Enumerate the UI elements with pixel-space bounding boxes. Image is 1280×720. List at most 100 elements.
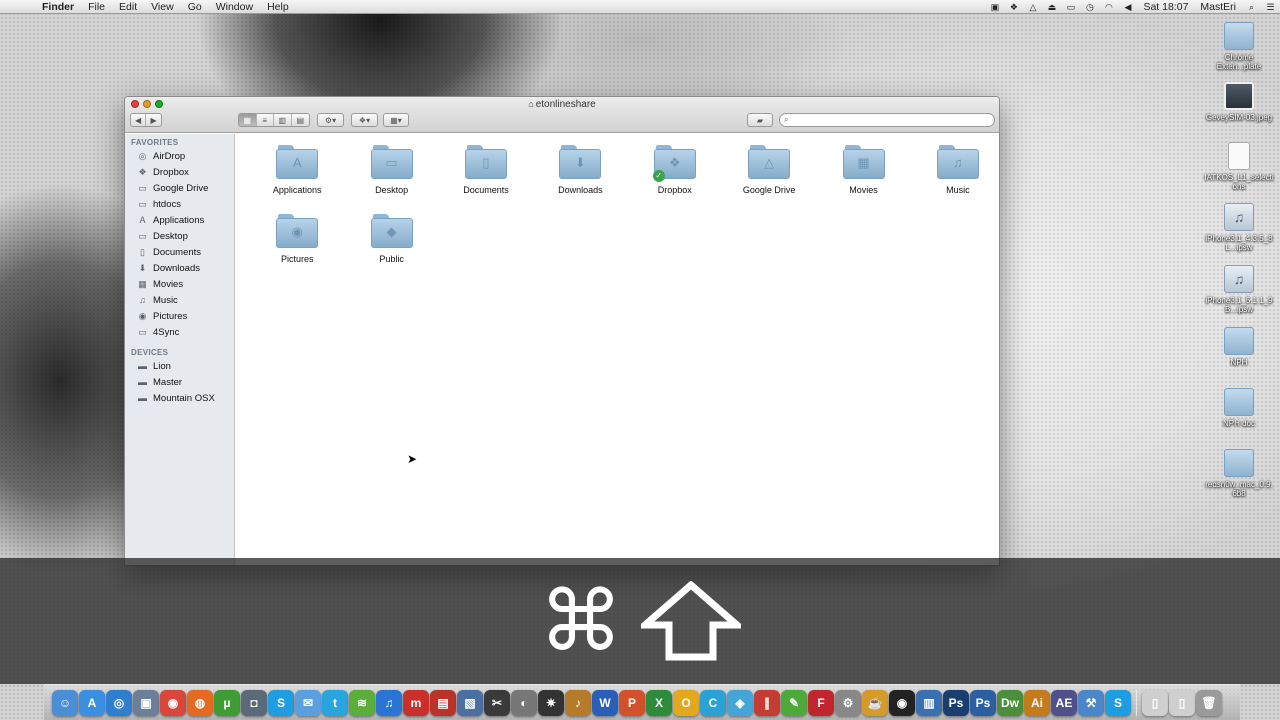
dock-photo-booth-icon[interactable]: ▤ — [430, 689, 456, 716]
dock-dreamweaver-icon[interactable]: Dw — [997, 689, 1023, 716]
menu-window[interactable]: Window — [209, 1, 260, 13]
icon-view-button[interactable]: ▦ — [239, 114, 257, 126]
google-drive-icon[interactable]: △ — [1027, 2, 1038, 12]
dock-iphoto-icon[interactable]: ▧ — [457, 689, 483, 716]
dock-powerpoint-icon[interactable]: P — [619, 689, 645, 716]
sidebar-item-desktop[interactable]: ▭ Desktop — [125, 228, 234, 244]
menu-view[interactable]: View — [144, 1, 181, 13]
menu-go[interactable]: Go — [181, 1, 209, 13]
dock-xcode-icon[interactable]: ⚒ — [1078, 689, 1104, 716]
dock-dvd-player-icon[interactable]: ◉ — [889, 689, 915, 716]
dock-app-store-icon[interactable]: A — [79, 689, 105, 716]
folder-item-dropbox[interactable]: ❖ ✓ Dropbox — [628, 144, 722, 195]
folder-item-documents[interactable]: ▯ Documents — [439, 144, 533, 195]
menubar-clock[interactable]: Sat 18:07 — [1137, 1, 1194, 13]
dock-utorrent-icon[interactable]: µ — [214, 689, 240, 716]
sidebar-item-music[interactable]: ♫ Music — [125, 292, 234, 308]
folder-item-movies[interactable]: ▦ Movies — [816, 144, 910, 195]
sidebar-item-movies[interactable]: ▦ Movies — [125, 276, 234, 292]
dock-final-cut-icon[interactable]: ✂ — [484, 689, 510, 716]
sidebar-item-dropbox[interactable]: ❖ Dropbox — [125, 164, 234, 180]
dock-firefox-icon[interactable]: ◍ — [187, 689, 213, 716]
window-titlebar[interactable]: ⌂ etonlineshare ◀ ▶ ▦ ≡ ▥ ▤ ⚙▾ ❖▾ ▦▾ ▰ ⌕ — [125, 97, 999, 133]
dock-spotify-icon[interactable]: ≋ — [349, 689, 375, 716]
dock-downloads-stack-icon[interactable]: ▯ — [1169, 689, 1195, 716]
menu-help[interactable]: Help — [260, 1, 296, 13]
file-browser[interactable]: A Applications ▭ Desktop ▯ Documents ⬇ Download… — [236, 134, 999, 565]
search-input[interactable]: ⌕ — [779, 113, 995, 127]
dock-mendeley-icon[interactable]: m — [403, 689, 429, 716]
column-view-button[interactable]: ▥ — [274, 114, 292, 126]
folder-item-google-drive[interactable]: △ Google Drive — [722, 144, 816, 195]
dock-filezilla-icon[interactable]: F — [808, 689, 834, 716]
desktop-item[interactable]: GeveySIM-03.jpeg — [1204, 82, 1274, 122]
wifi-icon[interactable]: ◠ — [1103, 2, 1114, 12]
dock-finder-icon[interactable]: ☺ — [52, 689, 78, 716]
dock-safari-icon[interactable]: ◎ — [106, 689, 132, 716]
desktop-item[interactable]: NPH doc — [1204, 388, 1274, 428]
dock-image-capture-icon[interactable]: ◐ — [511, 689, 537, 716]
menubar-user[interactable]: MastEri — [1194, 1, 1242, 13]
dropbox-toolbar-button[interactable]: ❖▾ — [351, 113, 378, 127]
volume-icon[interactable]: ◀ — [1122, 2, 1133, 12]
path-button[interactable]: ▰ — [747, 113, 773, 127]
folder-item-music[interactable]: ♫ Music — [911, 144, 999, 195]
dock-word-icon[interactable]: W — [592, 689, 618, 716]
dock-illustrator-icon[interactable]: Ai — [1024, 689, 1050, 716]
dock-ccleaner-icon[interactable]: C — [700, 689, 726, 716]
dock-after-effects-icon[interactable]: AE — [1051, 689, 1077, 716]
arrange-button[interactable]: ▦▾ — [383, 113, 409, 127]
folder-item-applications[interactable]: A Applications — [250, 144, 344, 195]
desktop-item[interactable]: ♫ iPhone3,1_4.3.5_8L...ipsw — [1204, 203, 1274, 252]
back-button[interactable]: ◀ — [131, 114, 147, 126]
dock-network-icon[interactable]: ◈ — [727, 689, 753, 716]
time-machine-icon[interactable]: ◷ — [1084, 2, 1095, 12]
dock-skype-icon[interactable]: S — [268, 689, 294, 716]
sidebar-item-applications[interactable]: A Applications — [125, 212, 234, 228]
sidebar-item-htdocs[interactable]: ▭ htdocs — [125, 196, 234, 212]
sidebar-item-downloads[interactable]: ⬇ Downloads — [125, 260, 234, 276]
sidebar-item-pictures[interactable]: ◉ Pictures — [125, 308, 234, 324]
folder-item-pictures[interactable]: ◉ Pictures — [250, 213, 344, 264]
dock-camera-icon[interactable]: ◘ — [241, 689, 267, 716]
dropbox-icon[interactable]: ❖ — [1008, 2, 1019, 12]
list-view-button[interactable]: ≡ — [256, 114, 274, 126]
desktop-item[interactable]: Chrome Exten...plate — [1204, 22, 1274, 71]
sidebar-item-master[interactable]: ▬ Master — [125, 374, 234, 390]
dock-ninja-icon[interactable]: ✷ — [538, 689, 564, 716]
dock-excel-icon[interactable]: X — [646, 689, 672, 716]
dock-photoshop-2-icon[interactable]: Ps — [970, 689, 996, 716]
desktop-item[interactable]: ♫ iPhone3,1_5.1.1_9B...ipsw — [1204, 265, 1274, 314]
dock-messages-icon[interactable]: ✉ — [295, 689, 321, 716]
folder-item-public[interactable]: ◆ Public — [344, 213, 438, 264]
dock-coda-icon[interactable]: ☕ — [862, 689, 888, 716]
dock-preview-icon[interactable]: ▣ — [133, 689, 159, 716]
desktop-item[interactable]: NPH — [1204, 327, 1274, 367]
dock-skype-2-icon[interactable]: S — [1105, 689, 1131, 716]
notification-icon[interactable]: ☰ — [1265, 2, 1276, 12]
dock-documents-stack-icon[interactable]: ▯ — [1142, 689, 1168, 716]
sidebar-item-lion[interactable]: ▬ Lion — [125, 358, 234, 374]
eject-icon[interactable]: ⏏ — [1046, 2, 1057, 12]
sidebar-item-google-drive[interactable]: ▭ Google Drive — [125, 180, 234, 196]
coverflow-view-button[interactable]: ▤ — [291, 114, 309, 126]
sidebar-item-mountain-osx[interactable]: ▬ Mountain OSX — [125, 390, 234, 406]
action-gear-button[interactable]: ⚙▾ — [317, 113, 344, 127]
desktop-item[interactable]: redsn0w_mac_0.9.6b8 — [1204, 449, 1274, 498]
dock-itunes-icon[interactable]: ♫ — [376, 689, 402, 716]
dock-chrome-icon[interactable]: ◉ — [160, 689, 186, 716]
dock-parallels-icon[interactable]: ∥ — [754, 689, 780, 716]
folder-item-downloads[interactable]: ⬇ Downloads — [533, 144, 627, 195]
camera-icon[interactable]: ▣ — [989, 2, 1000, 12]
forward-button[interactable]: ▶ — [146, 114, 161, 126]
sidebar-item-documents[interactable]: ▯ Documents — [125, 244, 234, 260]
menu-app-finder[interactable]: Finder — [35, 1, 81, 13]
dock-system-preferences-icon[interactable]: ⚙ — [835, 689, 861, 716]
sidebar-item-4sync[interactable]: ▭ 4Sync — [125, 324, 234, 340]
menu-file[interactable]: File — [81, 1, 112, 13]
display-icon[interactable]: ▭ — [1065, 2, 1076, 12]
dock-garageband-icon[interactable]: ♪ — [565, 689, 591, 716]
dock-trash-icon[interactable]: 🗑 — [1196, 689, 1222, 716]
dock-outlook-icon[interactable]: O — [673, 689, 699, 716]
dock-evernote-icon[interactable]: ✎ — [781, 689, 807, 716]
